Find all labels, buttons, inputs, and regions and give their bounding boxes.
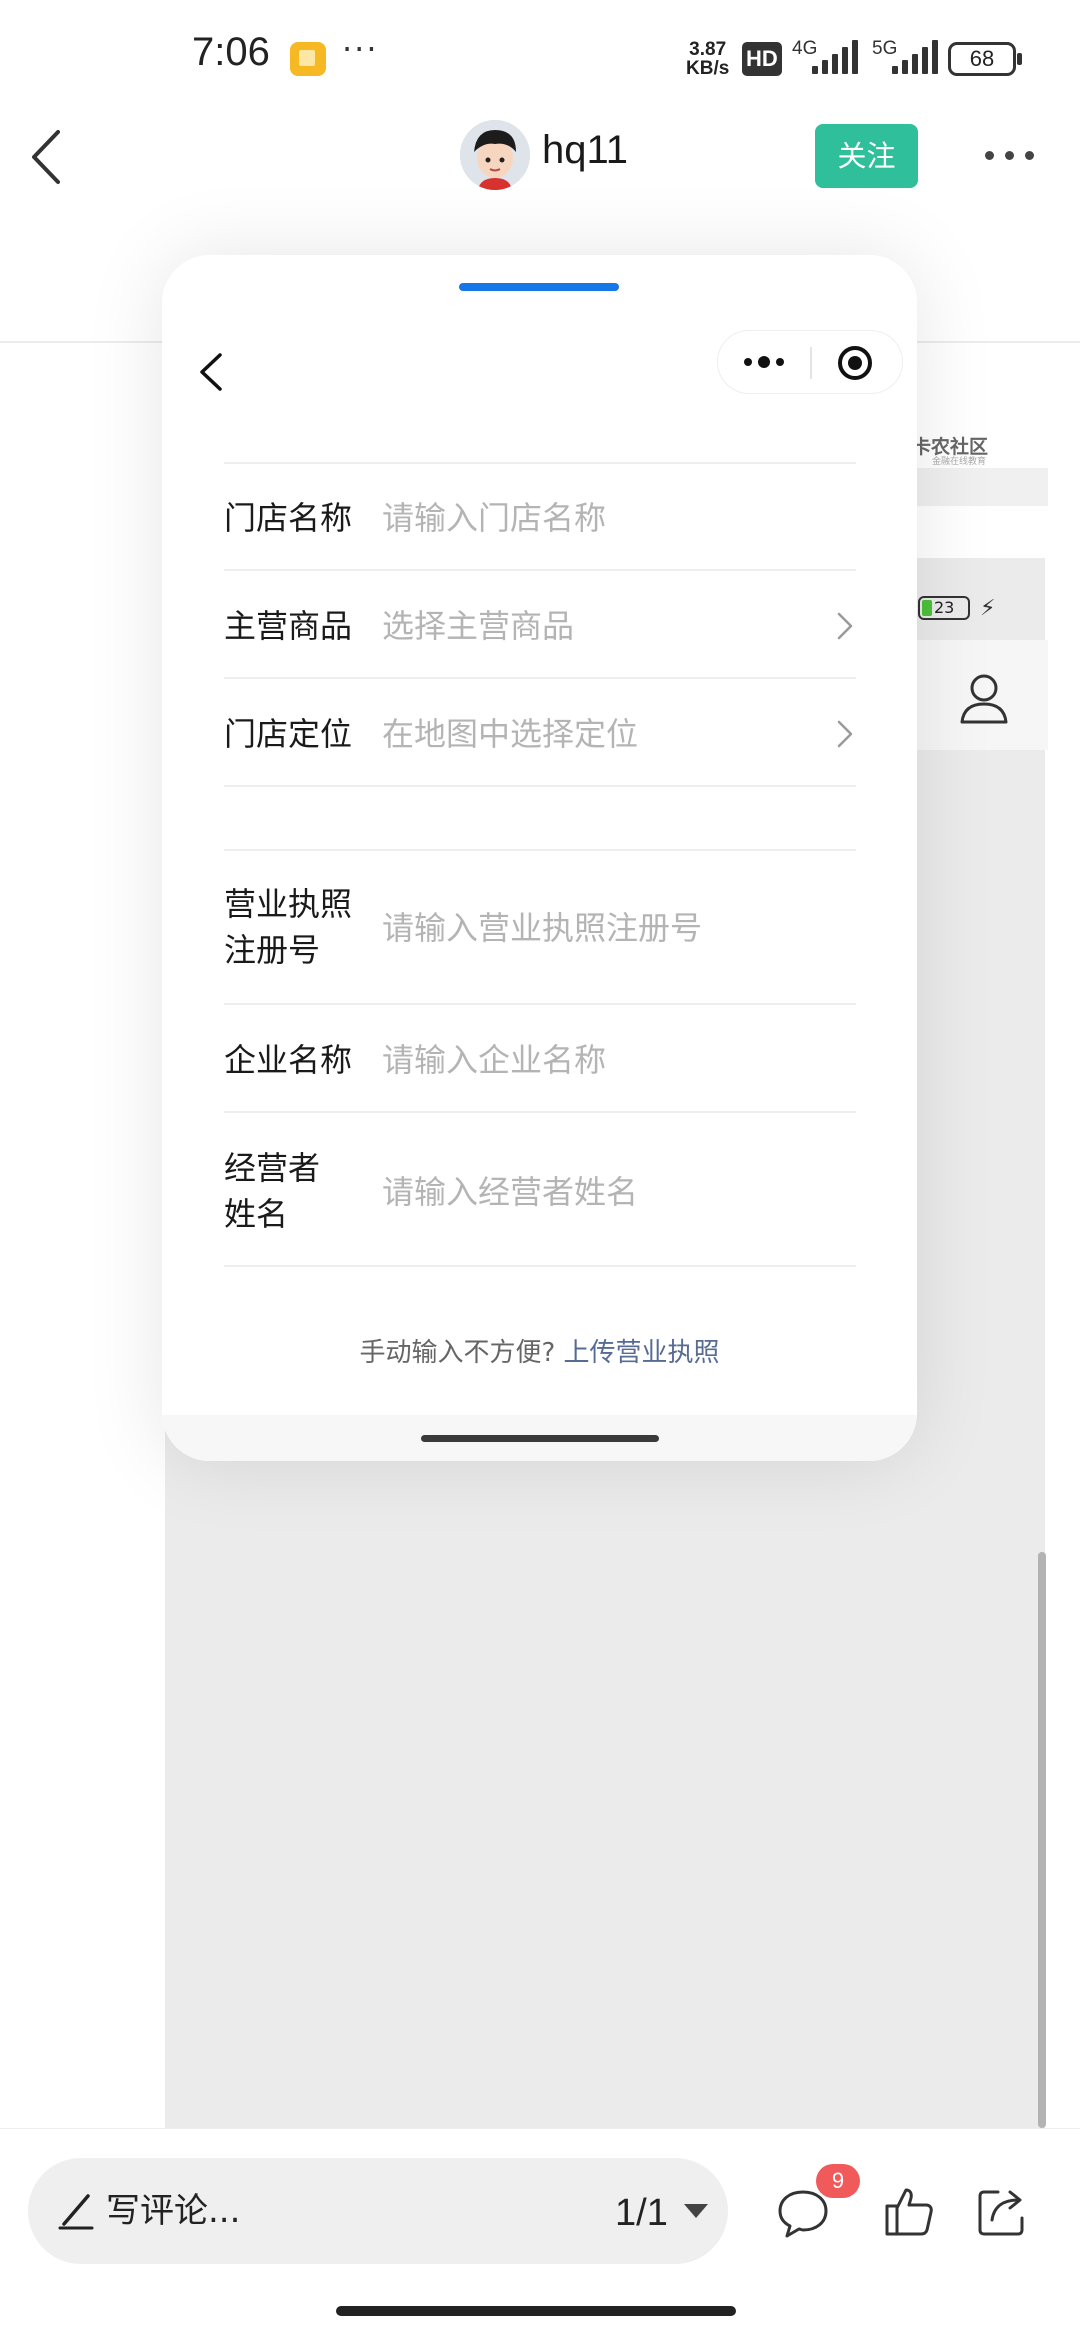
more-dot-icon (1025, 151, 1034, 160)
form-divider (224, 569, 856, 571)
store-location-label: 门店定位 (224, 715, 353, 753)
pencil-icon (58, 2194, 94, 2230)
form-divider (224, 1111, 856, 1113)
battery-icon: 68 (948, 42, 1022, 76)
follow-button[interactable]: 关注 (815, 124, 918, 188)
avatar-image (460, 120, 530, 190)
chevron-right-icon (837, 720, 853, 748)
upload-license-hint: 手动输入不方便? 上传营业执照 (162, 1332, 917, 1369)
chevron-right-icon (837, 612, 853, 640)
capsule-menu (717, 330, 903, 394)
store-name-label: 门店名称 (224, 499, 353, 537)
form-divider (224, 677, 856, 679)
username[interactable]: hq11 (542, 128, 628, 173)
brand-logo-subtext: 金融在线教育 (932, 457, 987, 467)
network-speed: 3.87 KB/s (686, 40, 729, 78)
form-divider (224, 849, 856, 851)
store-name-input[interactable]: 请输入门店名称 (382, 495, 606, 541)
notes-app-icon (290, 42, 326, 76)
license-number-label-line1: 营业执照 (224, 885, 353, 923)
back-button[interactable] (22, 122, 82, 192)
capsule-divider (810, 347, 812, 379)
upload-license-prompt: 手动输入不方便? (359, 1338, 556, 1368)
share-icon[interactable] (976, 2184, 1030, 2238)
capsule-more-button[interactable] (718, 331, 810, 393)
charging-bolt-icon: ⚡ (980, 596, 996, 621)
home-indicator[interactable] (336, 2306, 736, 2316)
license-number-label-line2: 注册号 (224, 931, 321, 969)
form-divider (224, 785, 856, 787)
signal-5g-icon (892, 40, 938, 74)
card-back-button[interactable] (192, 347, 232, 397)
more-options-button[interactable] (985, 140, 1039, 170)
mini-program-card: 门店名称 请输入门店名称 主营商品 选择主营商品 门店定位 在地图中选择定位 营… (162, 255, 917, 1461)
operator-name-label-line2: 姓名 (224, 1195, 289, 1233)
status-more-dots: ··· (342, 30, 379, 68)
status-time: 7:06 (192, 30, 270, 74)
scrollbar[interactable] (1038, 1552, 1046, 2128)
network-speed-unit: KB/s (686, 58, 730, 79)
form-divider (224, 1003, 856, 1005)
main-products-select[interactable]: 选择主营商品 (382, 603, 574, 649)
card-home-indicator[interactable] (421, 1435, 659, 1442)
capsule-close-button[interactable] (838, 346, 872, 380)
signal-4g-icon (812, 40, 858, 74)
network-speed-value: 3.87 (689, 39, 727, 60)
thumbs-up-icon[interactable] (884, 2184, 934, 2238)
form-divider (224, 462, 856, 464)
chevron-left-icon (32, 130, 60, 184)
caret-down-icon[interactable] (684, 2204, 708, 2218)
card-top-indicator (459, 283, 619, 291)
license-number-input[interactable]: 请输入营业执照注册号 (382, 905, 702, 951)
company-name-input[interactable]: 请输入企业名称 (382, 1037, 606, 1083)
operator-name-label-line1: 经营者 (224, 1149, 321, 1187)
store-location-select[interactable]: 在地图中选择定位 (382, 711, 638, 757)
avatar[interactable] (460, 120, 530, 190)
hd-icon: HD (742, 42, 782, 76)
status-bar: 7:06 ··· 3.87 KB/s HD 4G 5G 68 (0, 0, 1080, 110)
person-icon (960, 674, 1008, 724)
upload-license-link[interactable]: 上传营业执照 (564, 1338, 720, 1368)
page-indicator[interactable]: 1/1 (615, 2190, 668, 2236)
company-name-label: 企业名称 (224, 1041, 353, 1079)
more-dot-icon (985, 151, 994, 160)
comment-count-badge: 9 (816, 2164, 860, 2198)
comment-placeholder[interactable]: 写评论... (106, 2188, 240, 2234)
article-battery-icon: 23 (918, 596, 970, 620)
operator-name-input[interactable]: 请输入经营者姓名 (382, 1169, 638, 1215)
more-dot-icon (1005, 151, 1014, 160)
main-products-label: 主营商品 (224, 607, 353, 645)
form-divider (224, 1265, 856, 1267)
